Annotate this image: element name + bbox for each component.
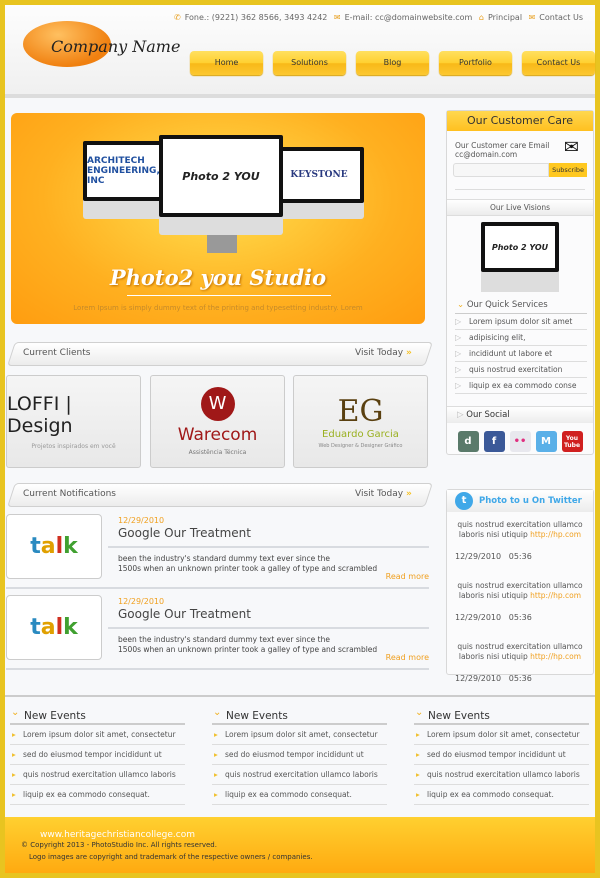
read-more-link[interactable]: Read more [386, 653, 429, 662]
copyright: © Copyright 2013 - PhotoStudio Inc. All … [21, 841, 217, 849]
warecom-logo-icon: W [200, 387, 235, 421]
customer-care-panel: Our Customer Care Our Customer care Emai… [446, 110, 594, 455]
phone-icon: ✆ [174, 13, 181, 22]
clients-title: Current Clients [23, 348, 91, 358]
notification-item: talk 12/29/2010 Google Our Treatment bee… [6, 593, 429, 670]
event-item[interactable]: Lorem ipsum dolor sit amet, consectetur [414, 725, 589, 745]
live-vision-monitor[interactable]: Photo 2 YOU [481, 222, 559, 292]
main-nav: Home Solutions Blog Portfolio Contact Us [190, 51, 595, 75]
contact-link[interactable]: Contact Us [539, 13, 583, 22]
home-icon: ⌂ [478, 13, 484, 22]
chevron-down-icon: ⌄ [457, 300, 465, 310]
read-more-link[interactable]: Read more [386, 572, 429, 581]
notification-title[interactable]: Google Our Treatment [118, 526, 251, 540]
monitor-center: Photo 2 YOU [159, 135, 283, 235]
events-column: New Events Lorem ipsum dolor sit amet, c… [10, 707, 185, 805]
event-item[interactable]: quis nostrud exercitation ullamco labori… [414, 765, 589, 785]
social-icons: d f •• M You Tube [447, 431, 593, 452]
twitter-panel: t Photo to u On Twitter quis nostrud exe… [446, 489, 594, 683]
nav-solutions[interactable]: Solutions [273, 51, 346, 75]
notification-item: talk 12/29/2010 Google Our Treatment bee… [6, 512, 429, 589]
clients-visit-link[interactable]: Visit Today » [355, 348, 412, 358]
hero-banner: ARCHITECH ENGINEERING, INC KEYSTONE Phot… [11, 113, 425, 324]
event-item[interactable]: quis nostrud exercitation ullamco labori… [212, 765, 387, 785]
hero-subtitle: Lorem Ipsum is simply dummy text of the … [73, 304, 363, 312]
notifications-title: Current Notifications [23, 489, 116, 499]
contact-bar: ✆ Fone.: (9221) 362 8566, 3493 4242 ✉ E-ma… [170, 13, 583, 22]
tweet-link[interactable]: http://hp.com [530, 652, 581, 661]
divider [127, 295, 331, 296]
live-visions-title: Our Live Visions [447, 199, 593, 216]
header: Company Name ✆ Fone.: (9221) 362 8566, 34… [5, 5, 595, 98]
flickr-icon[interactable]: •• [509, 431, 531, 452]
principal-link[interactable]: Principal [488, 13, 522, 22]
quick-service-item[interactable]: adipisicing elit, [455, 330, 587, 346]
event-item[interactable]: sed do eiusmod tempor incididunt ut [10, 745, 185, 765]
nav-contact[interactable]: Contact Us [522, 51, 595, 75]
events-column: New Events Lorem ipsum dolor sit amet, c… [212, 707, 387, 805]
hero-title: Photo2 you Studio [109, 265, 327, 290]
customer-care-title: Our Customer Care [447, 111, 593, 131]
events-column: New Events Lorem ipsum dolor sit amet, c… [414, 707, 589, 805]
mail-icon: ✉ [333, 13, 341, 22]
twitter-icon: t [455, 492, 473, 510]
nav-blog[interactable]: Blog [356, 51, 429, 75]
subscribe-button[interactable]: Subscribe [549, 163, 587, 177]
quick-service-item[interactable]: Lorem ipsum dolor sit amet [455, 314, 587, 330]
notification-title[interactable]: Google Our Treatment [118, 607, 251, 621]
double-arrow-icon: » [405, 348, 412, 358]
nav-portfolio[interactable]: Portfolio [439, 51, 512, 75]
subscribe-email-input[interactable] [453, 163, 550, 177]
delicious-icon[interactable]: d [457, 431, 479, 452]
double-arrow-icon: » [405, 489, 412, 499]
client-card[interactable]: EG Eduardo Garcia Web Designer & Designer … [293, 375, 428, 468]
facebook-icon[interactable]: f [483, 431, 505, 452]
watermark: www.heritagechristiancollege.com [40, 830, 195, 840]
footer: www.heritagechristiancollege.com © Copyr… [5, 817, 595, 873]
monitor-stand [207, 235, 237, 253]
event-item[interactable]: sed do eiusmod tempor incididunt ut [212, 745, 387, 765]
logo-disclaimer: Logo images are copyright and trademark … [29, 853, 313, 861]
google-talk-icon: talk [6, 595, 102, 660]
msn-icon[interactable]: M [535, 431, 557, 452]
event-item[interactable]: Lorem ipsum dolor sit amet, consectetur [10, 725, 185, 745]
event-item[interactable]: liquip ex ea commodo consequat. [414, 785, 589, 805]
twitter-title: Photo to u On Twitter [479, 496, 582, 506]
event-item[interactable]: sed do eiusmod tempor incididunt ut [414, 745, 589, 765]
tweet-link[interactable]: http://hp.com [530, 530, 581, 539]
quick-service-item[interactable]: liquip ex ea commodo conse [455, 378, 587, 394]
company-logo[interactable]: Company Name [23, 21, 183, 71]
email-link[interactable]: E-mail: cc@domainwebsite.com [345, 13, 473, 22]
monitor-right: KEYSTONE [274, 147, 364, 219]
divider [5, 695, 595, 697]
quick-service-item[interactable]: quis nostrud exercitation [455, 362, 587, 378]
eg-logo-icon: EG [337, 394, 384, 429]
event-item[interactable]: liquip ex ea commodo consequat. [10, 785, 185, 805]
phone-text: Fone.: (9221) 362 8566, 3493 4242 [184, 13, 328, 22]
google-talk-icon: talk [6, 514, 102, 579]
event-item[interactable]: quis nostrud exercitation ullamco labori… [10, 765, 185, 785]
page: Company Name ✆ Fone.: (9221) 362 8566, 34… [5, 5, 595, 873]
quick-service-item[interactable]: incididunt ut labore et [455, 346, 587, 362]
notifications-visit-link[interactable]: Visit Today » [355, 489, 412, 499]
envelope-icon: ✉ [563, 137, 579, 158]
client-card[interactable]: W Warecom Assistência Técnica [150, 375, 285, 468]
tweet-link[interactable]: http://hp.com [530, 591, 581, 600]
nav-home[interactable]: Home [190, 51, 263, 75]
mail-icon: ✉ [528, 13, 536, 22]
event-item[interactable]: Lorem ipsum dolor sit amet, consectetur [212, 725, 387, 745]
client-card[interactable]: LOFFI | Design Projetos inspirados em voc… [6, 375, 141, 468]
triangle-right-icon: ▷ [457, 410, 464, 420]
event-item[interactable]: liquip ex ea commodo consequat. [212, 785, 387, 805]
youtube-icon[interactable]: You Tube [561, 431, 583, 452]
